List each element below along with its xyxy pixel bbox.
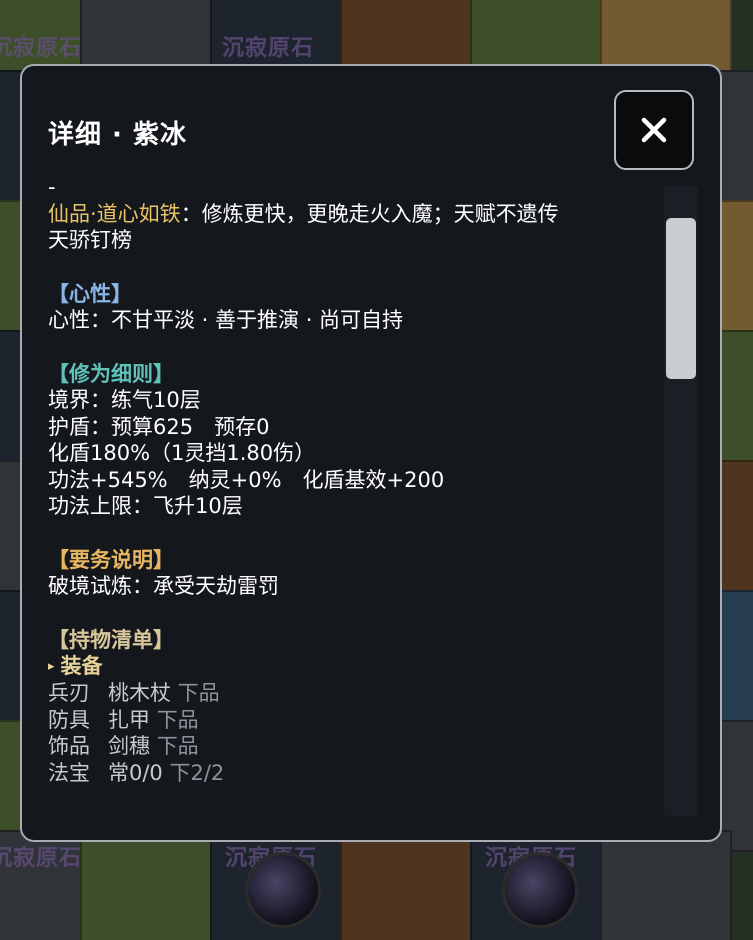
item-slot: 防具	[48, 707, 90, 732]
item-grade: 下品	[156, 707, 199, 732]
item-slot: 法宝	[48, 760, 90, 785]
close-button[interactable]	[614, 90, 694, 170]
cultivation-line: 功法上限：飞升10层	[48, 494, 243, 518]
list-item: 法宝 常0/0 下2/2	[48, 760, 653, 787]
item-grade: 下2/2	[169, 760, 225, 785]
mind-line: 心性：不甘平淡 · 善于推演 · 尚可自持	[48, 308, 404, 332]
item-slot: 兵刃	[48, 681, 90, 706]
detail-dialog: 详细 · 紫冰 - 仙品·道心如铁：修炼更快，更晚走火入魔；天赋不遗传 天骄钉榜…	[20, 64, 722, 842]
section-header-duty: 【要务说明】	[48, 547, 174, 572]
detail-content: - 仙品·道心如铁：修炼更快，更晚走火入魔；天赋不遗传 天骄钉榜 【心性】 心性…	[48, 174, 653, 819]
trait-name: 仙品·道心如铁	[48, 201, 181, 226]
dash-line: -	[48, 175, 56, 199]
cultivation-line: 功法+545% 纳灵+0% 化盾基效+200	[48, 467, 445, 492]
equipment-subheader[interactable]: ▸ 装备	[48, 653, 653, 680]
item-slot: 饰品	[48, 734, 90, 759]
caret-right-icon: ▸	[48, 658, 55, 674]
trait-description: ：修炼更快，更晚走火入魔；天赋不遗传	[180, 201, 559, 226]
honor-title: 天骄钉榜	[48, 228, 132, 252]
item-name: 扎甲	[108, 707, 150, 732]
equipment-label: 装备	[60, 654, 103, 678]
item-name: 剑穗	[108, 734, 150, 759]
section-header-mind: 【心性】	[48, 281, 132, 306]
section-header-inventory: 【持物清单】	[48, 627, 174, 652]
item-grade: 下品	[177, 681, 220, 706]
close-icon	[641, 117, 667, 143]
cultivation-line: 护盾：预算625 预存0	[48, 414, 270, 439]
list-item: 兵刃 桃木杖 下品	[48, 680, 653, 707]
list-item: 防具 扎甲 下品	[48, 707, 653, 734]
scrollbar-thumb[interactable]	[666, 218, 696, 379]
trait-line: 仙品·道心如铁：修炼更快，更晚走火入魔；天赋不遗传	[48, 201, 653, 228]
section-header-cultivation: 【修为细则】	[48, 361, 174, 386]
dialog-title: 详细 · 紫冰	[48, 120, 187, 150]
list-item: 饰品 剑穗 下品	[48, 733, 653, 760]
cultivation-line: 化盾180%（1灵挡1.80伤）	[48, 441, 316, 465]
duty-line: 破境试炼：承受天劫雷罚	[48, 574, 279, 598]
cultivation-line: 境界：练气10层	[48, 388, 201, 412]
item-name: 桃木杖	[108, 681, 171, 706]
item-grade: 下品	[156, 734, 199, 759]
item-name: 常0/0	[108, 760, 163, 785]
